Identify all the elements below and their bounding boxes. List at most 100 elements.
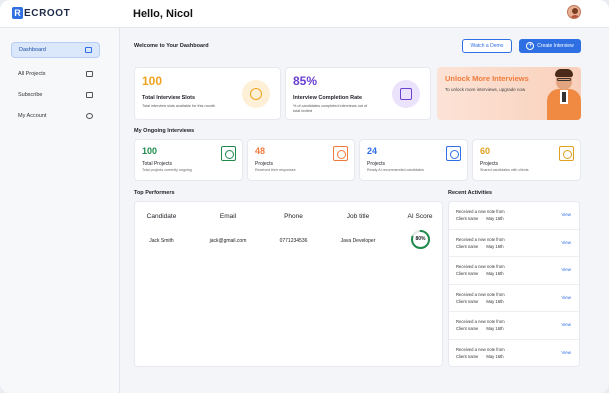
ongoing-label: Projects [255,161,274,167]
performers-title: Top Performers [134,190,175,196]
activity-item: Received a new note from Client name May … [449,285,581,312]
activity-date: May 16th [486,271,504,276]
ongoing-value: 100 [142,146,158,156]
activity-title: Received a new note from [456,209,505,214]
sidebar-item-subscribe[interactable]: Subscribe [11,87,100,103]
column-header-candidate: Candidate [146,213,177,220]
activity-client: Client name [456,298,479,304]
team-icon [446,146,461,161]
activities-panel: Received a new note from Client name May … [448,201,581,368]
cell-job-title: Java Developer [340,238,376,244]
ongoing-card-total[interactable]: 100 Total Projects Total projects curren… [134,139,243,181]
ai-score-ring: 80% [410,229,431,250]
view-link[interactable]: View [561,350,571,355]
sidebar-item-dashboard[interactable]: Dashboard [11,42,100,58]
view-link[interactable]: View [561,212,571,217]
activity-meta: Client name May 16th [456,216,512,221]
character-glasses [557,78,571,81]
plus-icon: + [526,42,535,50]
activity-title: Received a new note from [456,236,505,242]
ongoing-sub: Received their responses [255,168,296,172]
cell-phone: 0771234536 [279,238,308,244]
create-interview-label: Create Interview [537,43,574,49]
activity-meta: Client name May 16th [456,326,512,331]
activity-meta: Client name May 16th [456,354,512,359]
org-chart-icon [221,146,236,161]
ongoing-title: My Ongoing Interviews [134,128,195,134]
subscribe-icon [86,92,93,98]
activity-client: Client name [456,243,479,249]
activity-item: Received a new note from Client name May … [449,230,581,257]
activity-date: May 16th [486,326,504,331]
view-link[interactable]: View [561,295,571,300]
ongoing-sub: Total projects currently ongoing [142,168,192,172]
view-link[interactable]: View [561,322,571,327]
activity-title: Received a new note from [456,264,505,269]
stat-card-slots: 100 Total Interview Slots Total intervie… [134,67,281,120]
logo-text: ECROOT [24,7,71,19]
activity-client: Client name [456,326,479,331]
sidebar-item-label: Dashboard [19,47,46,53]
activity-item: Received a new note from Client name May … [449,340,581,368]
ai-score-value: 80% [415,236,426,242]
sidebar: Dashboard All Projects Subscribe My Acco… [0,28,120,393]
ongoing-sub: Ready AI recommended candidates [367,168,424,172]
view-link[interactable]: View [561,267,571,272]
sidebar-item-label: My Account [18,113,47,119]
sidebar-item-all-projects[interactable]: All Projects [11,66,100,82]
welcome-title: Welcome to Your Dashboard [134,43,209,49]
activity-client: Client name [456,353,479,359]
activity-item: Received a new note from Client name May … [449,202,581,230]
stat-sub: % of candidates completed interviews out… [293,104,368,113]
group-icon [559,146,574,161]
app-window: R ECROOT Hello, Nicol Dashboard All Proj… [0,0,609,393]
sidebar-item-label: Subscribe [18,92,43,98]
ongoing-value: 24 [367,146,378,156]
report-icon [392,80,420,108]
ongoing-value: 48 [255,146,266,156]
activity-date: May 16th [486,353,504,359]
greeting: Hello, Nicol [133,8,193,20]
activity-date: May 16th [486,298,504,304]
stat-value: 85% [293,74,318,88]
column-header-email: Email [219,213,237,220]
ongoing-card-recommended[interactable]: 24 Projects Ready AI recommended candida… [359,139,468,181]
activity-client: Client name [456,216,479,221]
create-interview-button[interactable]: + Create Interview [519,39,581,53]
logo[interactable]: R ECROOT [12,7,70,19]
character-hair [555,69,573,77]
sidebar-item-my-account[interactable]: My Account [11,108,100,124]
sun-icon [242,80,270,108]
ongoing-value: 60 [480,146,491,156]
promo-sub: To unlock more interviews, upgrade now [445,87,526,92]
projects-icon [86,71,93,77]
performers-table: Candidate Email Phone Job title AI Score… [134,201,443,367]
activity-meta: Client name May 16th [456,244,512,249]
avatar[interactable] [567,5,581,19]
activity-client: Client name [456,271,479,276]
activity-meta: Client name May 16th [456,299,512,304]
activities-title: Recent Activities [448,190,493,196]
cell-email[interactable]: jack@gmail.com [201,238,255,244]
activity-meta: Client name May 16th [456,271,512,276]
dashboard-icon [85,47,92,53]
activity-title: Received a new note from [456,291,505,297]
cell-candidate: Jack Smith [149,238,174,244]
ongoing-label: Total Projects [142,161,173,167]
stat-card-completion: 85% Interview Completion Rate % of candi… [285,67,431,120]
column-header-ai-score: AI Score [407,213,433,220]
watch-demo-button[interactable]: Watch a Demo [462,39,512,53]
upgrade-promo[interactable]: Unlock More Interviews To unlock more in… [437,67,581,120]
ongoing-sub: Shared candidates with clients [480,168,529,172]
ongoing-card-responses[interactable]: 48 Projects Received their responses [247,139,355,181]
ongoing-card-shared[interactable]: 60 Projects Shared candidates with clien… [472,139,581,181]
character-tie [562,92,566,102]
stat-value: 100 [142,74,163,88]
ongoing-label: Projects [480,161,499,167]
sidebar-item-label: All Projects [18,71,46,77]
view-link[interactable]: View [561,240,571,245]
stat-sub: Total interview slots available for this… [142,104,216,108]
activity-title: Received a new note from [456,346,505,352]
logo-mark: R [12,7,23,19]
column-header-job-title: Job title [346,213,370,220]
